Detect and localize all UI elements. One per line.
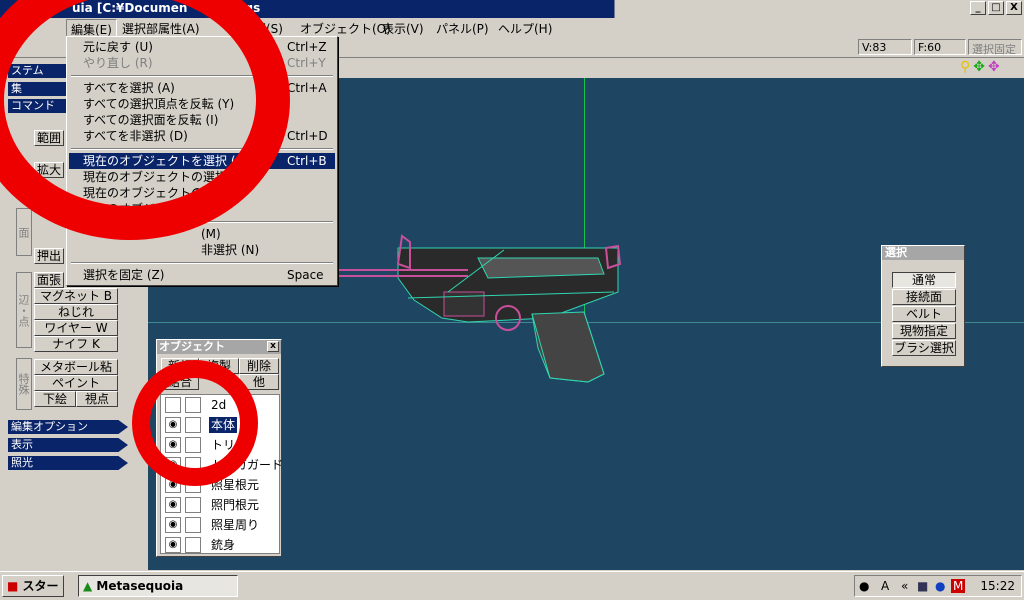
select-connected-button[interactable]: 接続面 xyxy=(892,289,956,305)
annotation-circle-small xyxy=(132,360,258,486)
tray-network-icon[interactable]: ■ xyxy=(917,579,928,593)
tray-speaker-icon[interactable]: ● xyxy=(859,579,869,593)
selection-lock-button[interactable]: 選択固定 xyxy=(968,39,1022,56)
header-lighting[interactable]: 照光 xyxy=(8,456,128,470)
list-item[interactable]: ◉ 照星周り xyxy=(161,515,279,535)
object-panel-title: オブジェクト x xyxy=(157,340,281,354)
window-controls: _ □ X xyxy=(970,1,1022,15)
tray-ime-indicator[interactable]: A xyxy=(881,579,889,593)
rotate-view-icon[interactable]: ✥ xyxy=(988,59,1000,75)
selection-panel-title: 選択 xyxy=(882,246,964,260)
face-count: F:60 xyxy=(914,39,966,55)
eye-icon[interactable]: ◉ xyxy=(165,497,181,513)
close-button[interactable]: X xyxy=(1006,1,1022,15)
delete-object-button[interactable]: 削除 xyxy=(239,358,279,374)
move-view-icon[interactable]: ✥ xyxy=(973,59,985,75)
lock-toggle[interactable] xyxy=(185,497,201,513)
knife-button[interactable]: ナイフ K xyxy=(34,336,118,352)
metaball-button[interactable]: メタボール粘土 xyxy=(34,359,118,388)
system-tray: ● A « ■ ● M 15:22 xyxy=(854,575,1022,597)
underlay-button[interactable]: 下絵 xyxy=(34,391,76,407)
select-brush-button[interactable]: ブラシ選択 xyxy=(892,340,956,356)
viewpoint-button[interactable]: 視点 xyxy=(76,391,118,407)
face-stretch-button[interactable]: 面張 xyxy=(34,272,64,288)
object-panel-close-icon[interactable]: x xyxy=(267,341,279,352)
list-item[interactable]: ◉ 照門根元 xyxy=(161,495,279,515)
start-button[interactable]: ■ スタート xyxy=(2,575,64,600)
magnet-button[interactable]: マグネット B xyxy=(34,288,118,304)
select-normal-button[interactable]: 通常 xyxy=(892,272,956,288)
object-name: 照星周り xyxy=(211,518,260,532)
list-item[interactable]: ◉ 銃身 xyxy=(161,535,279,555)
object-name: 照門根元 xyxy=(211,498,260,512)
twist-button[interactable]: ねじれ xyxy=(34,304,118,320)
section-edge-point: 辺・点 xyxy=(16,272,32,348)
section-special: 特殊 xyxy=(16,358,32,410)
menu-separator xyxy=(71,262,333,264)
menu-item-n[interactable]: 非選択 (N) xyxy=(69,242,335,258)
lock-toggle[interactable] xyxy=(185,517,201,533)
windows-logo-icon: ■ xyxy=(7,579,19,593)
select-belt-button[interactable]: ベルト xyxy=(892,306,956,322)
eye-icon[interactable]: ◉ xyxy=(165,537,181,553)
section-face: 面 xyxy=(16,208,32,256)
view-tools: ⚲ ✥ ✥ xyxy=(960,59,1000,75)
paint-button[interactable]: ペイント xyxy=(34,375,118,391)
header-edit-options[interactable]: 編集オプション xyxy=(8,420,128,434)
lock-toggle[interactable] xyxy=(185,537,201,553)
tray-bluetooth-icon[interactable]: ● xyxy=(935,579,945,593)
tray-expand-icon[interactable]: « xyxy=(901,579,908,593)
zoom-icon[interactable]: ⚲ xyxy=(960,59,970,75)
extrude-button[interactable]: 押出 xyxy=(34,248,64,264)
select-specified-button[interactable]: 現物指定 xyxy=(892,323,956,339)
selection-panel: 選択 通常 接続面 ベルト 現物指定 ブラシ選択 xyxy=(881,245,965,367)
app-icon: ▲ xyxy=(83,579,93,593)
clock: 15:22 xyxy=(980,579,1015,593)
object-name: 銃身 xyxy=(211,538,236,552)
restore-button[interactable]: □ xyxy=(988,1,1004,15)
vertex-count: V:83 xyxy=(858,39,912,55)
wire-button[interactable]: ワイヤー W xyxy=(34,320,118,336)
eye-icon[interactable]: ◉ xyxy=(165,517,181,533)
taskbar: ■ スタート ▲ Metasequoia ● A « ■ ● M 15:22 xyxy=(0,571,1024,600)
minimize-button[interactable]: _ xyxy=(970,1,986,15)
menu-item-lock-selection[interactable]: 選択を固定 (Z) Space xyxy=(69,267,335,283)
tray-m-icon[interactable]: M xyxy=(951,579,966,593)
taskbar-item-metasequoia[interactable]: ▲ Metasequoia xyxy=(78,575,238,597)
header-display[interactable]: 表示 xyxy=(8,438,128,452)
